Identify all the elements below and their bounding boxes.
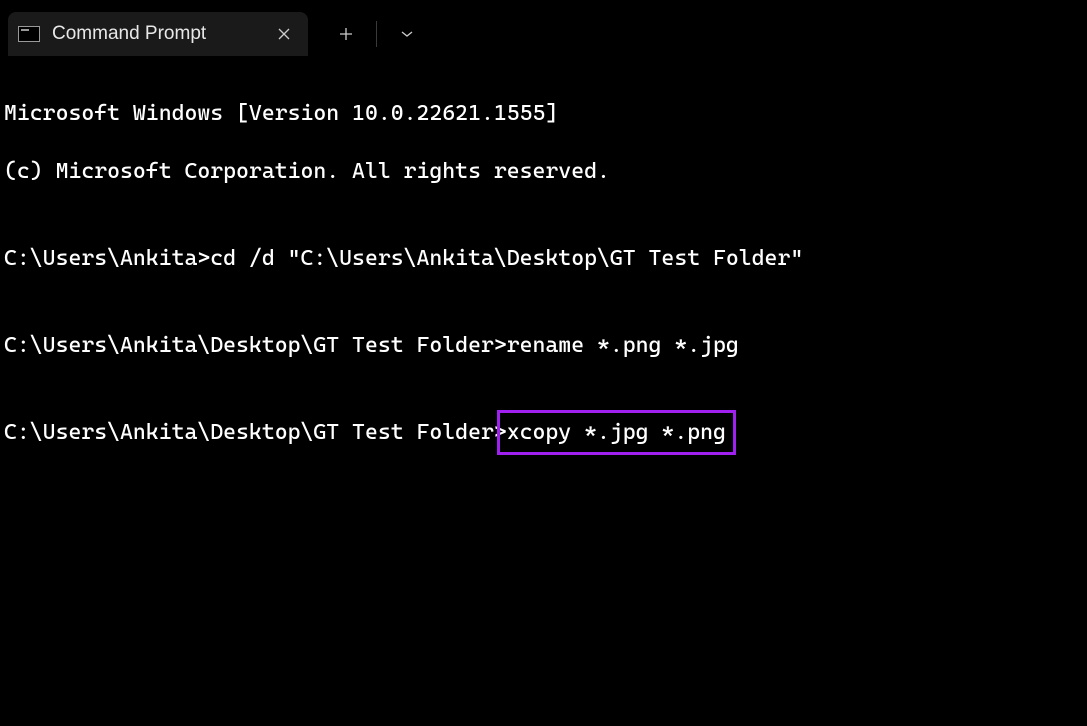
tab-title: Command Prompt xyxy=(52,23,294,45)
close-tab-button[interactable] xyxy=(270,20,298,48)
titlebar: Command Prompt xyxy=(0,0,1087,56)
prompt: C:\Users\Ankita> xyxy=(4,246,210,271)
chevron-down-icon xyxy=(400,30,414,38)
command-text: cd /d "C:\Users\Ankita\Desktop\GT Test F… xyxy=(210,246,803,271)
copyright-line: (c) Microsoft Corporation. All rights re… xyxy=(4,157,1083,186)
new-tab-button[interactable] xyxy=(320,14,372,54)
prompt: C:\Users\Ankita\Desktop\GT Test Folder> xyxy=(4,420,507,445)
active-tab[interactable]: Command Prompt xyxy=(8,12,308,56)
version-line: Microsoft Windows [Version 10.0.22621.15… xyxy=(4,99,1083,128)
plus-icon xyxy=(339,27,353,41)
terminal-output[interactable]: Microsoft Windows [Version 10.0.22621.15… xyxy=(0,56,1087,505)
prompt: C:\Users\Ankita\Desktop\GT Test Folder> xyxy=(4,333,507,358)
close-icon xyxy=(278,28,290,40)
cmd-icon xyxy=(18,26,40,42)
command-line: C:\Users\Ankita\Desktop\GT Test Folder>x… xyxy=(4,418,1083,447)
titlebar-buttons xyxy=(320,12,433,56)
tab-dropdown-button[interactable] xyxy=(381,14,433,54)
command-text: xcopy *.jpg *.png xyxy=(507,420,726,445)
divider xyxy=(376,21,377,47)
command-text: rename *.png *.jpg xyxy=(507,333,739,358)
command-line: C:\Users\Ankita>cd /d "C:\Users\Ankita\D… xyxy=(4,244,1083,273)
command-line: C:\Users\Ankita\Desktop\GT Test Folder>r… xyxy=(4,331,1083,360)
